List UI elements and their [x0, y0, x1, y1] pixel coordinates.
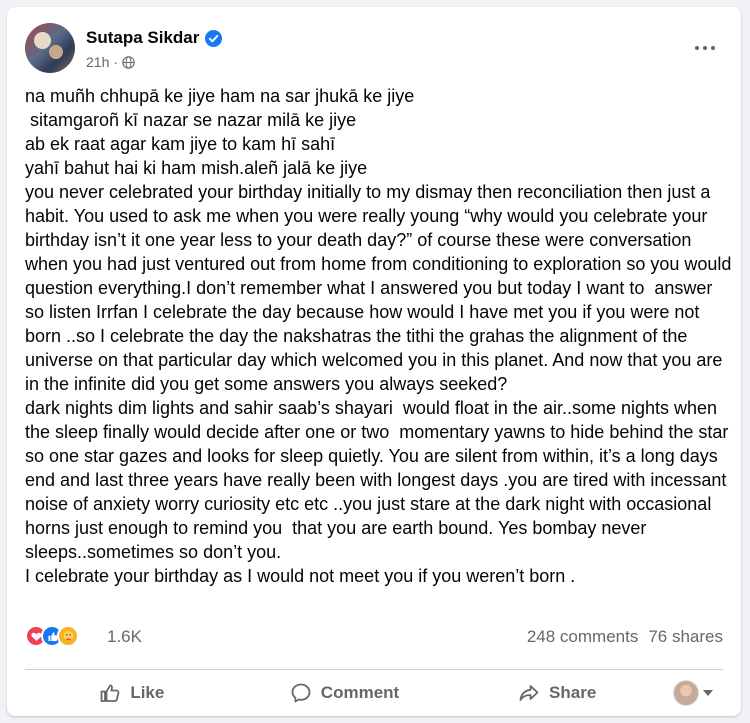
post-stats: 1.6K 248 comments 76 shares — [25, 621, 723, 651]
author-avatar[interactable] — [25, 23, 75, 73]
share-button[interactable]: Share — [450, 673, 663, 713]
share-count[interactable]: 76 shares — [648, 627, 723, 647]
post-meta: 21h · — [86, 54, 135, 70]
engagement-counts: 248 comments 76 shares — [527, 627, 723, 647]
like-label: Like — [130, 683, 165, 702]
comment-button[interactable]: Comment — [238, 673, 451, 713]
chevron-down-icon — [703, 690, 714, 696]
verified-badge-icon — [205, 29, 223, 47]
author-row: Sutapa Sikdar — [86, 28, 223, 48]
audience-selector[interactable] — [663, 673, 723, 713]
comment-count[interactable]: 248 comments — [527, 627, 639, 647]
globe-icon — [122, 55, 135, 69]
post-body-text: na muñh chhupā ke jiye ham na sar jhukā … — [25, 86, 732, 586]
comment-label: Comment — [320, 683, 400, 702]
divider — [25, 669, 723, 670]
share-label: Share — [549, 683, 597, 702]
post-card: Sutapa Sikdar 21h · na muñh chhupā ke ji… — [7, 7, 741, 716]
post-header: Sutapa Sikdar 21h · — [25, 23, 723, 79]
author-name[interactable]: Sutapa Sikdar — [86, 28, 199, 48]
reaction-count[interactable]: 1.6K — [107, 627, 142, 647]
share-icon — [519, 685, 539, 701]
meta-separator: · — [113, 54, 119, 70]
like-button[interactable]: Like — [25, 673, 238, 713]
thumbs-up-icon — [100, 684, 120, 702]
more-options-icon[interactable] — [687, 30, 723, 66]
viewer-avatar — [673, 680, 700, 706]
care-icon — [57, 625, 79, 647]
post-timestamp[interactable]: 21h — [86, 54, 109, 70]
reaction-icons[interactable] — [25, 625, 79, 647]
action-bar: Like Comment Share — [25, 673, 723, 713]
comment-icon — [291, 683, 311, 703]
